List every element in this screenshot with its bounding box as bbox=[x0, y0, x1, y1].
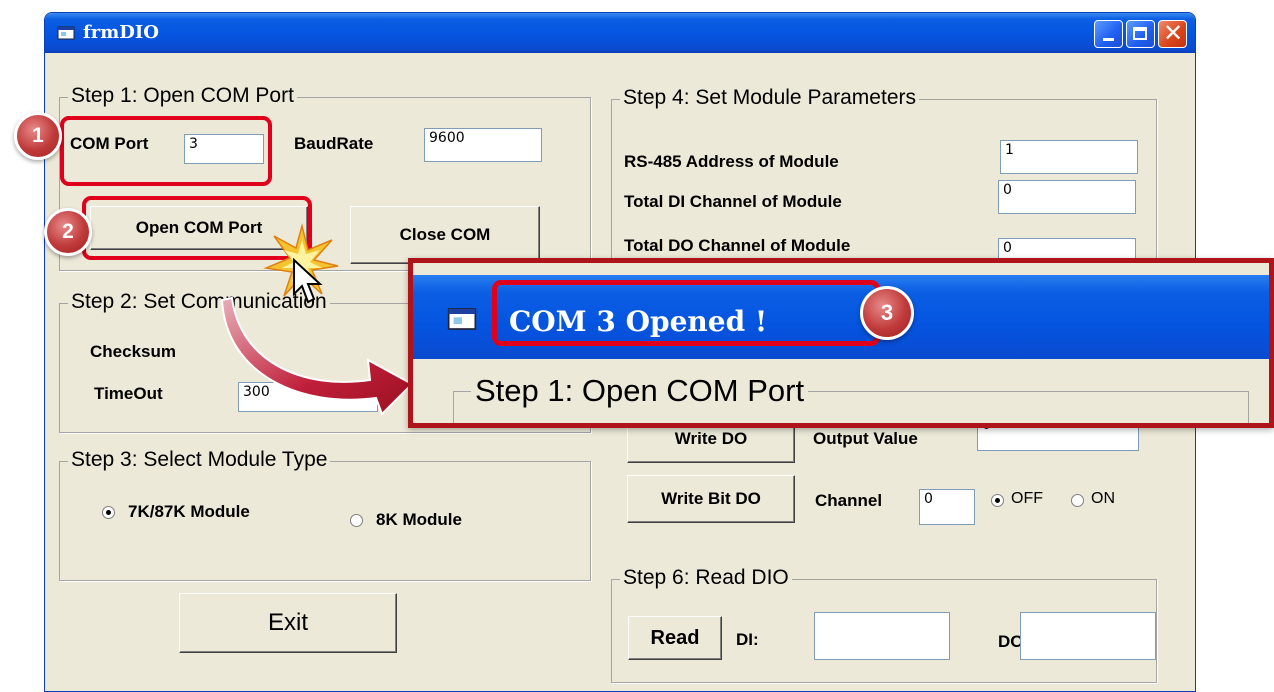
zoom-app-icon bbox=[447, 308, 477, 330]
address-input[interactable]: 1 bbox=[1000, 140, 1138, 174]
di-output[interactable] bbox=[814, 612, 950, 660]
arrow-icon bbox=[220, 296, 414, 416]
step3-legend: Step 3: Select Module Type bbox=[68, 448, 331, 472]
minimize-icon bbox=[1103, 38, 1114, 41]
step1-legend: Step 1: Open COM Port bbox=[68, 84, 297, 108]
module-7k-radio[interactable] bbox=[102, 506, 115, 519]
write-bit-do-button[interactable]: Write Bit DO bbox=[627, 475, 795, 523]
maximize-button[interactable] bbox=[1126, 20, 1155, 48]
maximize-icon bbox=[1133, 27, 1147, 40]
on-radio[interactable] bbox=[1071, 494, 1084, 507]
di-channel-input[interactable]: 0 bbox=[998, 180, 1136, 214]
baudrate-input[interactable]: 9600 bbox=[424, 128, 542, 162]
checksum-label: Checksum bbox=[90, 342, 176, 361]
module-8k-label: 8K Module bbox=[376, 510, 462, 529]
window-title: frmDIO bbox=[83, 22, 159, 43]
app-icon bbox=[57, 26, 75, 40]
channel-label: Channel bbox=[815, 491, 883, 510]
module-7k-label: 7K/87K Module bbox=[128, 502, 250, 521]
close-com-button[interactable]: Close COM bbox=[350, 206, 540, 264]
step-badge-1: 1 bbox=[14, 112, 62, 160]
title-highlight bbox=[492, 280, 880, 346]
read-button[interactable]: Read bbox=[628, 616, 722, 660]
step3-group: Step 3: Select Module Type 7K/87K Module… bbox=[59, 448, 591, 581]
channel-input[interactable]: 0 bbox=[919, 489, 975, 525]
close-button[interactable]: ✕ bbox=[1158, 20, 1187, 48]
off-radio[interactable] bbox=[991, 494, 1004, 507]
title-bar[interactable]: frmDIO ✕ bbox=[45, 13, 1195, 53]
com-port-highlight bbox=[60, 116, 272, 186]
close-icon: ✕ bbox=[1162, 19, 1184, 47]
module-8k-radio[interactable] bbox=[350, 514, 363, 527]
on-label: ON bbox=[1091, 490, 1115, 507]
di-channel-label: Total DI Channel of Module bbox=[624, 192, 842, 211]
step6-group: Step 6: Read DIO Read DI: DO: bbox=[611, 566, 1157, 683]
mouse-cursor-icon bbox=[293, 258, 323, 304]
step6-legend: Step 6: Read DIO bbox=[620, 566, 792, 590]
do-output[interactable] bbox=[1020, 612, 1156, 660]
exit-button[interactable]: Exit bbox=[179, 593, 397, 653]
di-label: DI: bbox=[736, 630, 759, 649]
zoom-step-text: Step 1: Open COM Port bbox=[471, 373, 809, 409]
step-badge-3: 3 bbox=[860, 286, 914, 340]
baudrate-label: BaudRate bbox=[294, 134, 374, 153]
output-value-label: Output Value bbox=[813, 429, 918, 448]
minimize-button[interactable] bbox=[1094, 20, 1123, 48]
timeout-label: TimeOut bbox=[94, 384, 163, 403]
off-label: OFF bbox=[1011, 490, 1043, 507]
step-badge-2: 2 bbox=[44, 208, 92, 256]
do-channel-label: Total DO Channel of Module bbox=[624, 236, 851, 255]
address-label: RS-485 Address of Module bbox=[624, 152, 839, 171]
step4-legend: Step 4: Set Module Parameters bbox=[620, 86, 919, 110]
